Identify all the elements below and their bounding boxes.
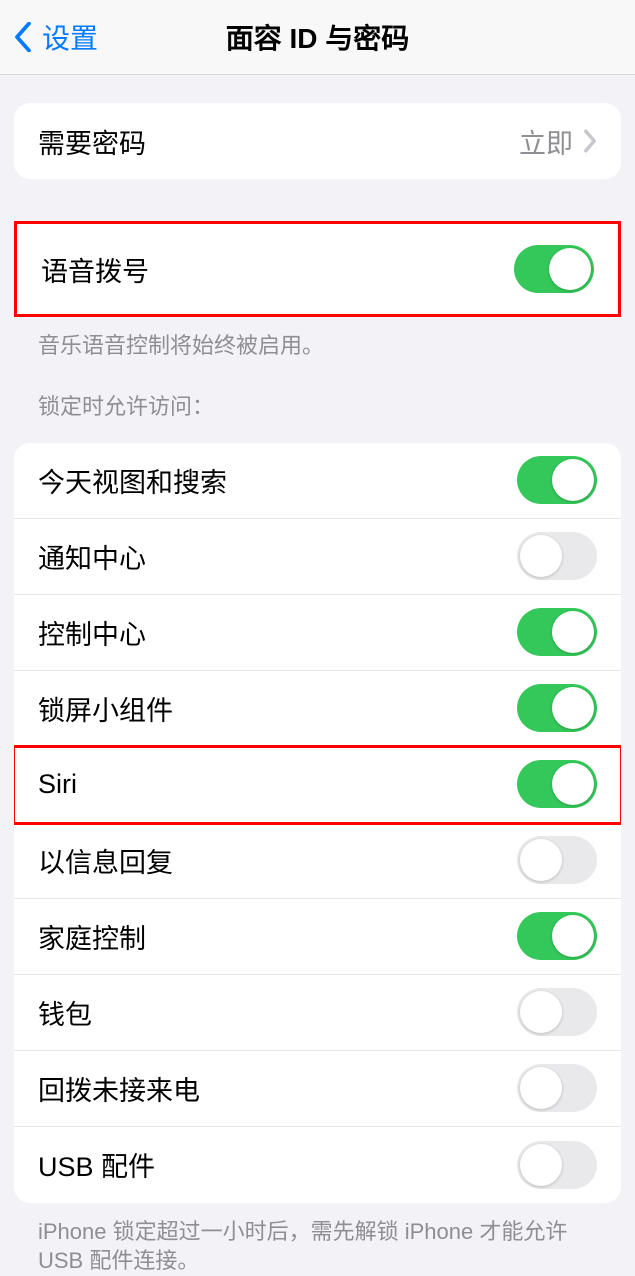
lock-access-item-label: 以信息回复: [38, 841, 173, 880]
require-passcode-label: 需要密码: [38, 122, 146, 161]
lock-access-row[interactable]: 通知中心: [14, 519, 621, 595]
require-passcode-row[interactable]: 需要密码 立即: [14, 103, 621, 179]
lock-access-toggle[interactable]: [517, 608, 597, 656]
lock-access-row[interactable]: 今天视图和搜索: [14, 443, 621, 519]
voice-dial-footer: 音乐语音控制将始终被启用。: [14, 317, 621, 361]
back-button[interactable]: 设置: [0, 17, 98, 57]
lock-access-toggle[interactable]: [517, 988, 597, 1036]
lock-access-item-label: 锁屏小组件: [38, 689, 173, 728]
lock-access-row[interactable]: 家庭控制: [14, 899, 621, 975]
lock-access-row[interactable]: Siri: [14, 747, 621, 823]
lock-access-toggle[interactable]: [517, 1064, 597, 1112]
lock-access-item-label: USB 配件: [38, 1145, 155, 1184]
chevron-right-icon: [583, 129, 597, 153]
voice-dial-highlight: 语音拨号: [14, 221, 621, 317]
lock-access-item-label: 通知中心: [38, 537, 146, 576]
voice-dial-toggle[interactable]: [514, 245, 594, 293]
lock-access-toggle[interactable]: [517, 836, 597, 884]
lock-access-row[interactable]: USB 配件: [14, 1127, 621, 1203]
voice-dial-row[interactable]: 语音拨号: [17, 224, 618, 314]
lock-access-item-label: Siri: [38, 769, 77, 800]
lock-access-toggle[interactable]: [517, 532, 597, 580]
lock-access-toggle[interactable]: [517, 1141, 597, 1189]
navigation-bar: 设置 面容 ID 与密码: [0, 0, 635, 75]
lock-access-row[interactable]: 控制中心: [14, 595, 621, 671]
lock-access-footer: iPhone 锁定超过一小时后，需先解锁 iPhone 才能允许 USB 配件连…: [14, 1203, 621, 1276]
lock-access-toggle[interactable]: [517, 684, 597, 732]
lock-access-header: 锁定时允许访问：: [14, 361, 621, 425]
lock-access-item-label: 回拨未接来电: [38, 1069, 200, 1108]
passcode-group: 需要密码 立即: [14, 103, 621, 179]
back-label: 设置: [42, 17, 98, 57]
lock-access-row[interactable]: 以信息回复: [14, 823, 621, 899]
lock-access-item-label: 今天视图和搜索: [38, 461, 227, 500]
lock-access-row[interactable]: 锁屏小组件: [14, 671, 621, 747]
lock-access-group: 今天视图和搜索通知中心控制中心锁屏小组件 Siri 以信息回复家庭控制钱包回拨未接来…: [14, 443, 621, 1203]
require-passcode-value: 立即: [519, 122, 573, 161]
lock-access-item-label: 钱包: [38, 993, 92, 1032]
lock-access-row[interactable]: 回拨未接来电: [14, 1051, 621, 1127]
lock-access-toggle[interactable]: [517, 456, 597, 504]
lock-access-toggle[interactable]: [517, 912, 597, 960]
chevron-left-icon: [14, 22, 32, 52]
lock-access-item-label: 控制中心: [38, 613, 146, 652]
voice-dial-label: 语音拨号: [41, 250, 149, 289]
lock-access-row[interactable]: 钱包: [14, 975, 621, 1051]
lock-access-item-label: 家庭控制: [38, 917, 146, 956]
lock-access-toggle[interactable]: [517, 760, 597, 808]
